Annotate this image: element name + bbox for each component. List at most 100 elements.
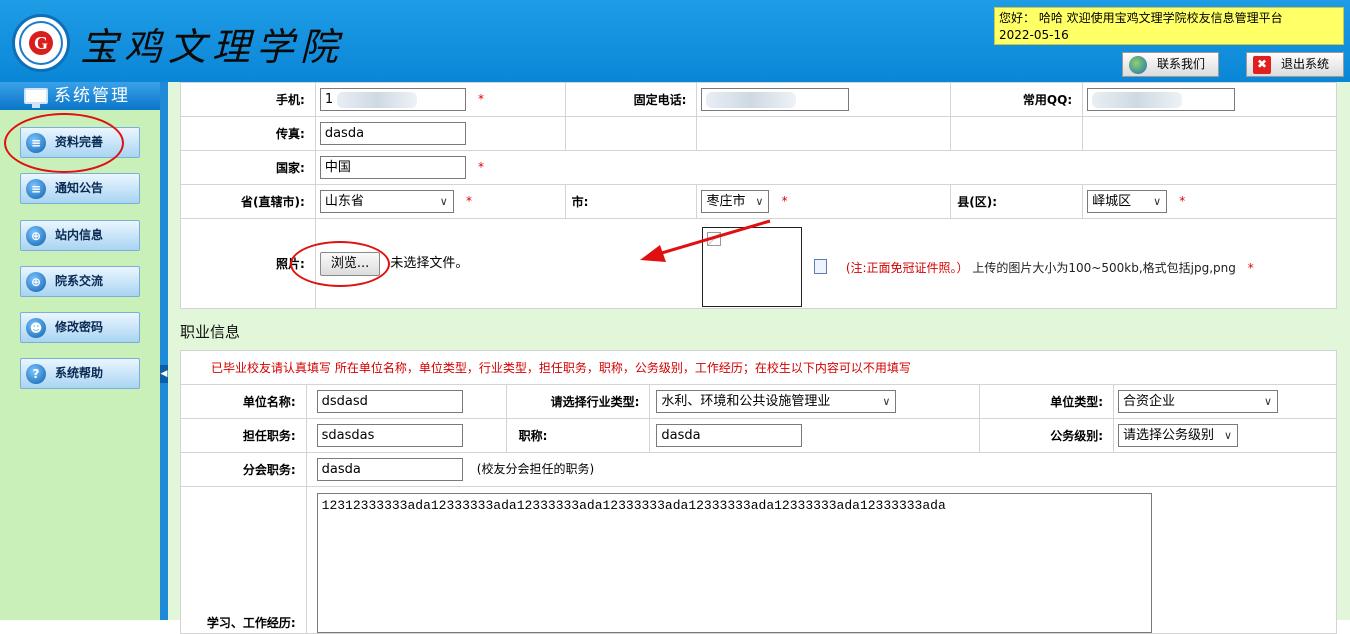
province-select[interactable]: 山东省 ∨ (319, 190, 454, 213)
table-row: 担任职务: sdasdas 职称: dasda 公务级别: 请选择公务级别 ∨ (180, 418, 1337, 453)
chevron-down-icon: ∨ (1153, 195, 1162, 208)
branch-position-hint: (校友分会担任的职务) (476, 462, 595, 476)
fax-label: 传真: (180, 116, 316, 151)
fax-field[interactable]: dasda (319, 122, 466, 145)
main-content: 手机: 1 * 固定电话: 常用QQ: 传真: dasda 国家: 中国 * 省… (168, 82, 1350, 634)
county-select[interactable]: 峄城区 ∨ (1087, 190, 1168, 213)
browse-button[interactable]: 浏览... (319, 251, 381, 276)
table-row: 单位名称: dsdasd 请选择行业类型: 水利、环境和公共设施管理业 ∨ 单位类… (180, 384, 1337, 419)
industry-label: 请选择行业类型: (505, 384, 651, 419)
sidebar-item-department[interactable]: ⊕ 院系交流 (20, 266, 140, 297)
chevron-down-icon: ∨ (882, 395, 891, 408)
unit-name-field[interactable]: dsdasd (316, 390, 463, 413)
title-label: 职称: (505, 418, 651, 453)
school-name: 宝鸡文理学院 (80, 27, 345, 69)
table-row: 学习、工作经历: 12312333333ada12333333ada123333… (180, 486, 1338, 634)
city-label: 市: (564, 184, 698, 219)
required-mark: * (465, 194, 472, 208)
position-label: 担任职务: (180, 418, 307, 453)
school-logo: G (12, 14, 70, 72)
redacted-blur (706, 91, 797, 108)
table-row: 照片: 浏览... 未选择文件。 (注:正面免冠证件照。） 上传的图片大小为10… (180, 218, 1338, 309)
no-file-text: 未选择文件。 (390, 255, 469, 271)
sidebar-item-label: 站内信息 (55, 228, 104, 242)
redacted-blur (1092, 91, 1183, 108)
contact-info-table: 手机: 1 * 固定电话: 常用QQ: 传真: dasda 国家: 中国 * 省… (180, 82, 1338, 309)
branch-position-label: 分会职务: (180, 452, 307, 487)
required-mark: * (781, 194, 788, 208)
career-section-title: 职业信息 (180, 323, 241, 341)
phone-label: 固定电话: (564, 82, 698, 117)
mobile-field[interactable]: 1 (319, 88, 466, 111)
civil-level-select[interactable]: 请选择公务级别 ∨ (1118, 424, 1239, 447)
logo-core: G (29, 31, 53, 55)
photo-label: 照片: (180, 218, 316, 309)
industry-select[interactable]: 水利、环境和公共设施管理业 ∨ (656, 390, 897, 413)
contact-us-button[interactable]: 联系我们 (1122, 52, 1219, 77)
country-label: 国家: (180, 150, 316, 185)
table-row: 省(直辖市): 山东省 ∨ * 市: 枣庄市 ∨ * 县(区): 峄城区 ∨ * (180, 184, 1337, 219)
qq-label: 常用QQ: (950, 82, 1084, 117)
table-row: 已毕业校友请认真填写 所在单位名称，单位类型，行业类型，担任职务，职称，公务级别… (180, 350, 1337, 385)
county-label: 县(区): (950, 184, 1084, 219)
document-icon: ≡ (26, 133, 46, 153)
experience-textarea[interactable]: 12312333333ada12333333ada12333333ada1233… (316, 493, 1152, 633)
photo-note: (注:正面免冠证件照。） 上传的图片大小为100~500kb,格式包括jpg,p… (845, 261, 1254, 275)
unit-type-label: 单位类型: (979, 384, 1115, 419)
required-mark: * (477, 160, 484, 174)
sidebar-item-notice[interactable]: ≡ 通知公告 (20, 173, 140, 204)
required-mark: * (1179, 194, 1186, 208)
sidebar-splitter[interactable] (160, 82, 168, 620)
collapse-arrow-icon[interactable]: ◀ (160, 365, 168, 383)
chevron-down-icon: ∨ (1263, 395, 1273, 408)
career-info-table: 已毕业校友请认真填写 所在单位名称，单位类型，行业类型，担任职务，职称，公务级别… (180, 350, 1338, 634)
notice-icon: ≡ (26, 179, 46, 199)
redacted-blur (337, 91, 418, 108)
table-row: 分会职务: dasda (校友分会担任的职务) (180, 452, 1338, 487)
position-field[interactable]: sdasdas (316, 424, 463, 447)
help-icon: ? (26, 364, 46, 384)
branch-position-field[interactable]: dasda (316, 458, 463, 481)
title-field[interactable]: dasda (656, 424, 803, 447)
sidebar-item-profile[interactable]: ≡ 资料完善 (20, 127, 140, 158)
unit-type-select[interactable]: 合资企业 ∨ (1118, 390, 1279, 413)
globe-icon: ⊕ (26, 272, 46, 292)
sidebar-item-password[interactable]: ☻ 修改密码 (20, 312, 140, 343)
experience-label: 学习、工作经历: (180, 486, 307, 634)
contact-us-label: 联系我们 (1157, 57, 1206, 71)
sidebar-title-text: 系统管理 (54, 86, 130, 106)
logout-button[interactable]: ✖ 退出系统 (1246, 52, 1344, 77)
photo-preview (701, 227, 802, 307)
sidebar-item-label: 院系交流 (55, 274, 104, 288)
sidebar-item-messages[interactable]: ⊕ 站内信息 (20, 220, 140, 251)
phone-field[interactable] (701, 88, 850, 111)
sidebar-item-label: 系统帮助 (55, 366, 104, 380)
chevron-down-icon: ∨ (755, 195, 764, 208)
table-row: 国家: 中国 * (180, 150, 1338, 185)
users-icon: ☻ (26, 318, 46, 338)
sidebar-item-label: 资料完善 (55, 135, 104, 149)
province-label: 省(直辖市): (180, 184, 316, 219)
welcome-text: 您好： 哈哈 欢迎使用宝鸡文理学院校友信息管理平台 (999, 11, 1283, 25)
sidebar-title: 系统管理 (0, 82, 160, 110)
sidebar-item-help[interactable]: ? 系统帮助 (20, 358, 140, 389)
header-banner: G 宝鸡文理学院 您好： 哈哈 欢迎使用宝鸡文理学院校友信息管理平台 2022-… (0, 0, 1350, 82)
unit-name-label: 单位名称: (180, 384, 307, 419)
required-mark: * (477, 92, 484, 106)
civil-level-label: 公务级别: (979, 418, 1115, 453)
chevron-down-icon: ∨ (439, 195, 448, 208)
qq-field[interactable] (1087, 88, 1236, 111)
mobile-label: 手机: (180, 82, 316, 117)
chevron-down-icon: ∨ (1223, 429, 1233, 442)
table-row: 传真: dasda (180, 116, 1337, 151)
broken-image-icon (706, 232, 721, 246)
ie-globe-icon (1129, 56, 1147, 74)
country-field[interactable]: 中国 (319, 156, 466, 179)
close-icon: ✖ (1253, 56, 1271, 74)
table-row: 手机: 1 * 固定电话: 常用QQ: (180, 82, 1337, 117)
logout-label: 退出系统 (1281, 57, 1330, 71)
document-icon (813, 259, 827, 274)
sidebar-item-label: 通知公告 (55, 181, 104, 195)
sidebar-item-label: 修改密码 (55, 320, 104, 334)
city-select[interactable]: 枣庄市 ∨ (701, 190, 770, 213)
